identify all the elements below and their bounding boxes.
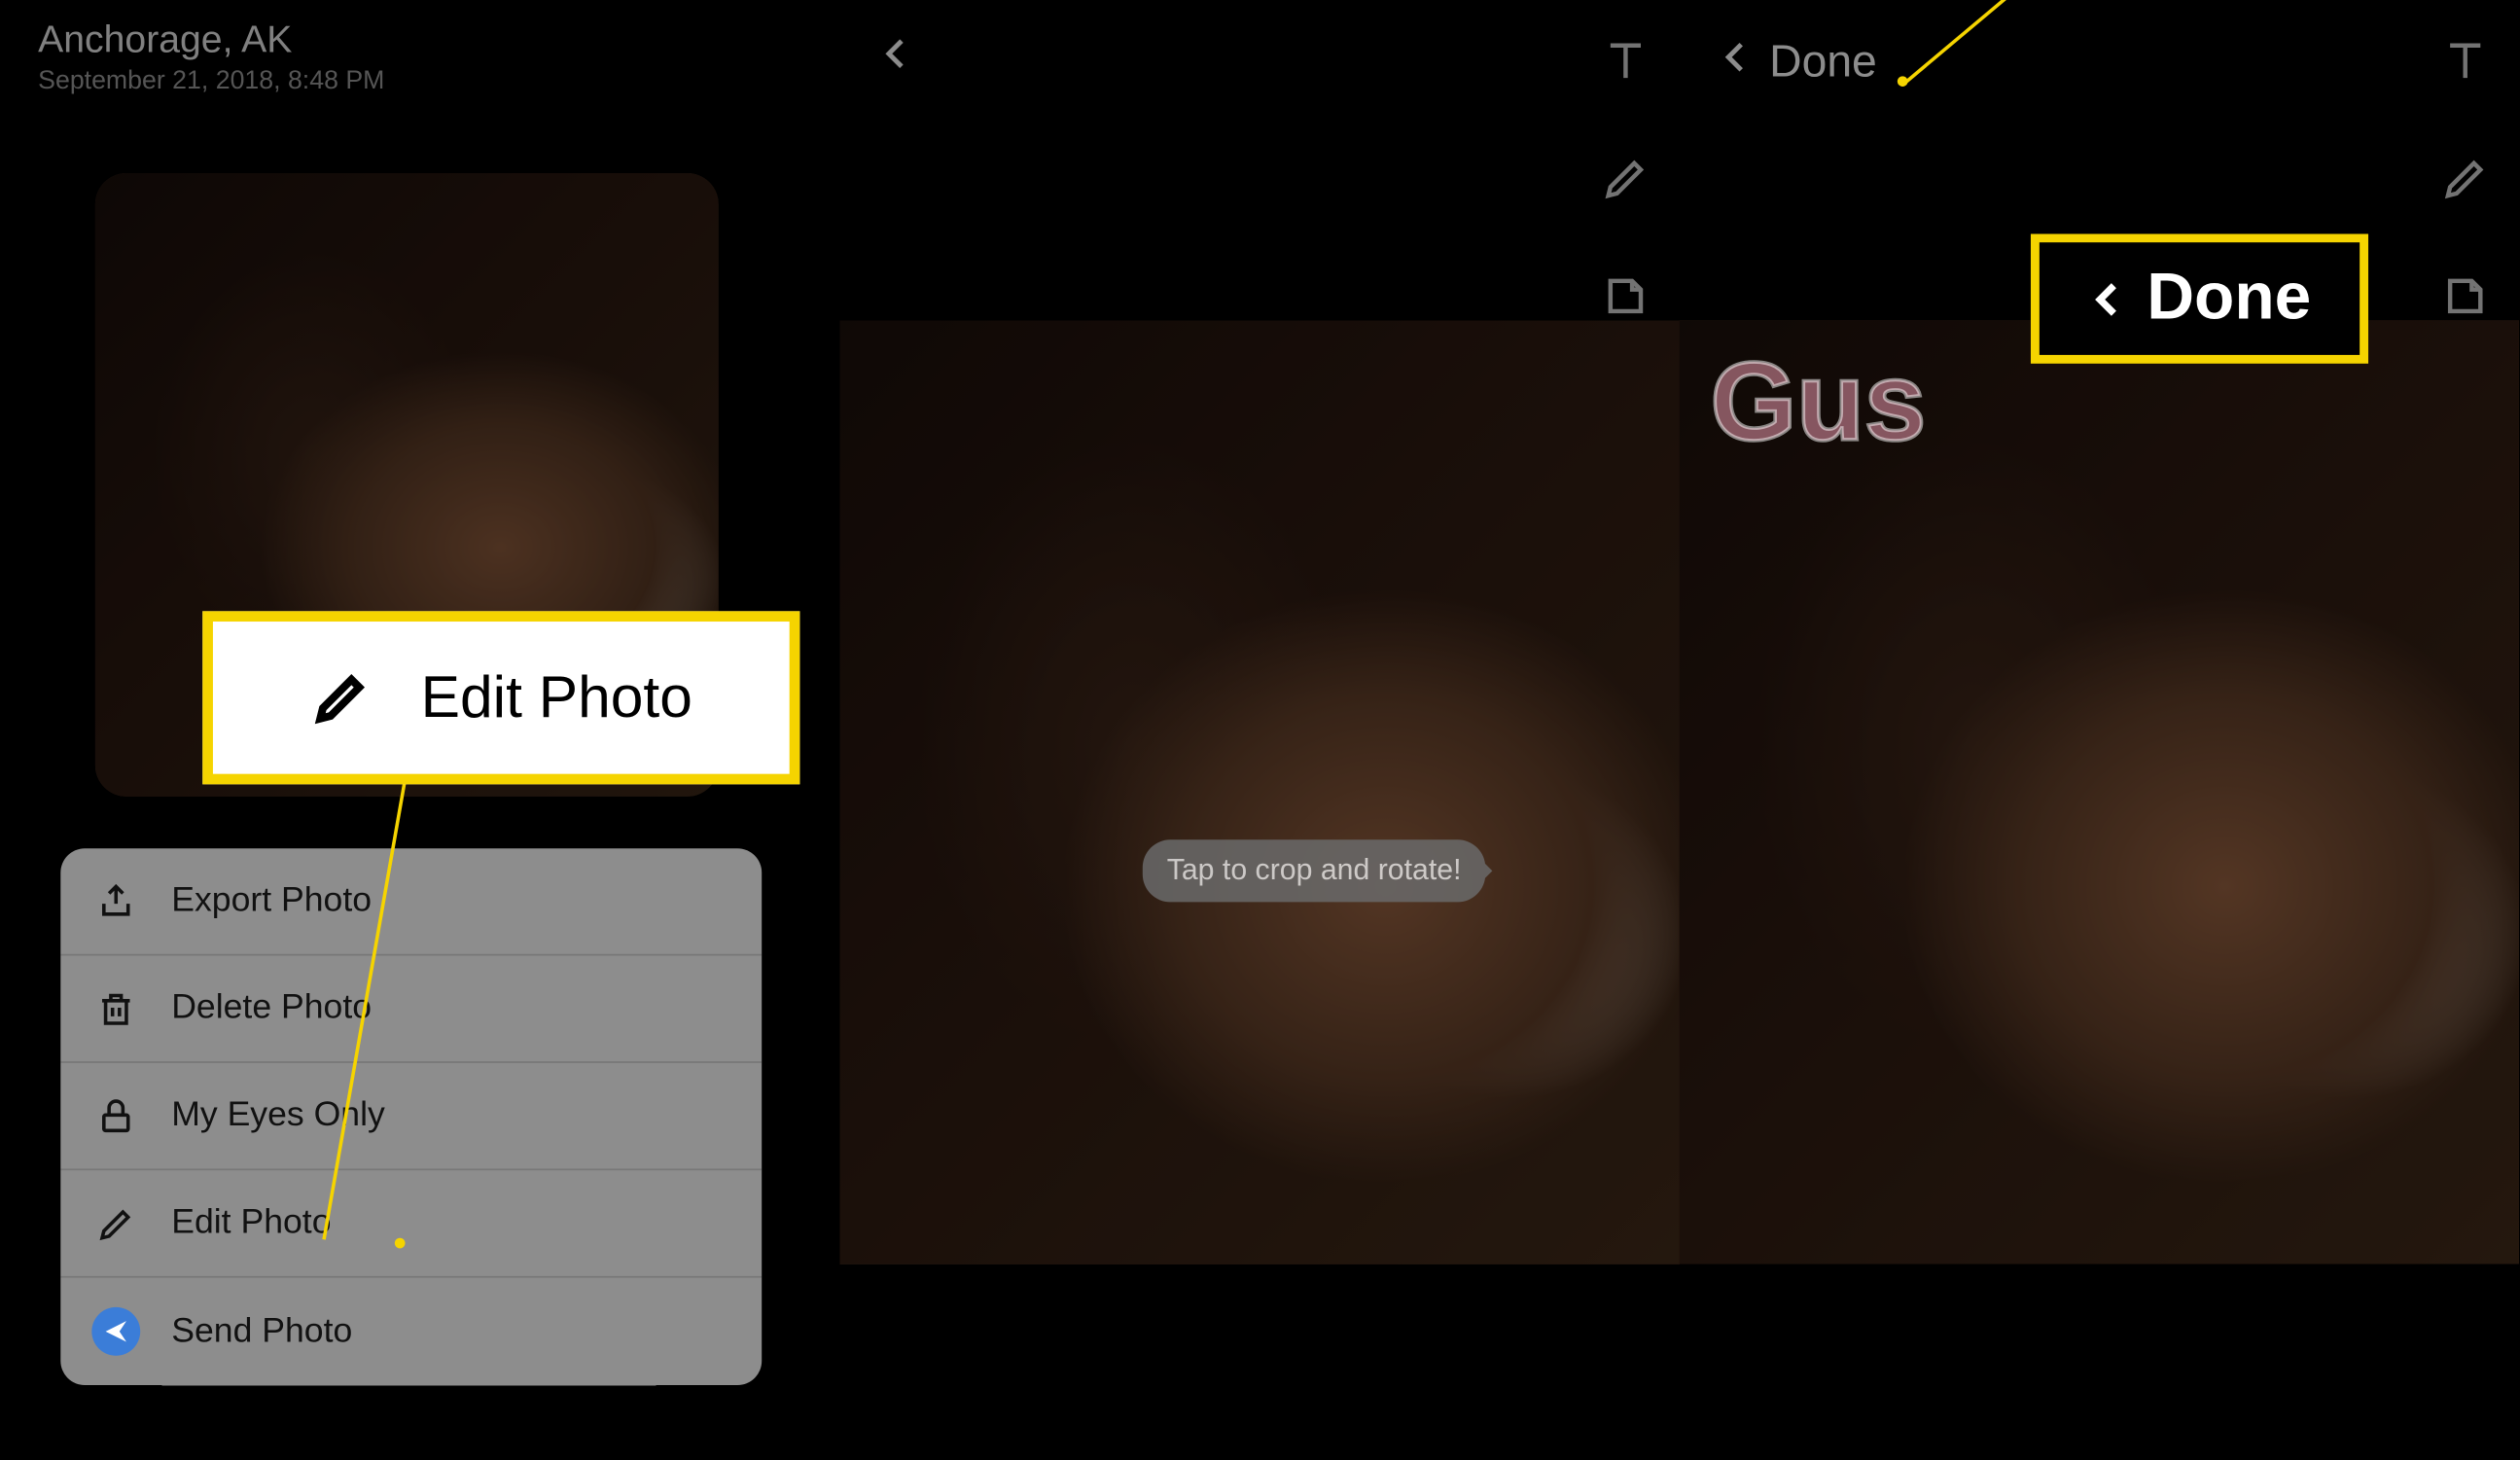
sticker-tool-icon[interactable] (2435, 267, 2495, 326)
menu-label: Export Photo (171, 881, 372, 921)
text-tool-icon[interactable] (1596, 31, 1655, 90)
menu-my-eyes-only[interactable]: My Eyes Only (60, 1063, 762, 1170)
location-title: Anchorage, AK (38, 18, 384, 62)
menu-send-photo[interactable]: Send Photo (60, 1278, 762, 1385)
pencil-icon (91, 1199, 140, 1248)
callout-label: Edit Photo (421, 664, 692, 731)
done-label[interactable]: Done (1769, 35, 1877, 89)
annotation-dot (1898, 76, 1908, 87)
export-icon (91, 877, 140, 926)
send-icon (91, 1307, 140, 1356)
edit-topbar: Done (1680, 35, 2519, 89)
crop-tooltip: Tap to crop and rotate! (1143, 839, 1486, 902)
trash-icon (91, 984, 140, 1033)
done-button[interactable] (1718, 38, 1756, 85)
pencil-tool-icon[interactable] (1596, 149, 1655, 208)
lock-icon (91, 1091, 140, 1140)
annotation-dot (395, 1238, 406, 1249)
menu-export-photo[interactable]: Export Photo (60, 848, 762, 955)
callout-edit-photo: Edit Photo (202, 611, 799, 784)
callout-done: Done (2031, 233, 2368, 363)
photo-canvas[interactable] (839, 320, 1679, 1264)
menu-label: Delete Photo (171, 988, 372, 1028)
action-sheet: Export Photo Delete Photo My Eyes Only E… (60, 848, 762, 1385)
menu-delete-photo[interactable]: Delete Photo (60, 956, 762, 1063)
text-tool-icon[interactable] (2435, 31, 2495, 90)
callout-label: Done (2147, 262, 2311, 337)
menu-edit-photo[interactable]: Edit Photo (60, 1170, 762, 1277)
edit-topbar (839, 35, 1679, 82)
location-date: September 21, 2018, 8:48 PM (38, 66, 384, 95)
location-header: Anchorage, AK September 21, 2018, 8:48 P… (38, 18, 384, 95)
pencil-tool-icon[interactable] (2435, 149, 2495, 208)
back-button[interactable] (877, 35, 915, 82)
text-overlay[interactable]: Gus (1711, 338, 1927, 466)
menu-label: Edit Photo (171, 1203, 331, 1243)
sticker-tool-icon[interactable] (1596, 267, 1655, 326)
menu-label: Send Photo (171, 1311, 352, 1351)
menu-label: My Eyes Only (171, 1096, 385, 1136)
